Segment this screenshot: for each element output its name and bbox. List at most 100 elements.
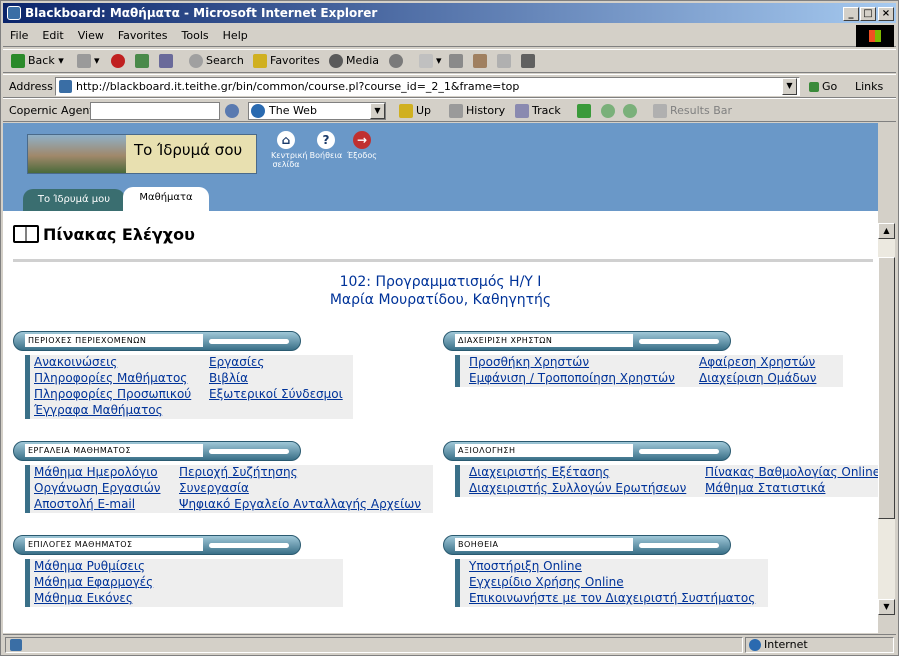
home-icon (159, 54, 173, 68)
menu-view[interactable]: View (71, 25, 111, 42)
link-task-organizer[interactable]: Οργάνωση Εργασιών (34, 481, 160, 495)
link-digital-dropbox[interactable]: Ψηφιακό Εργαλείο Ανταλλαγής Αρχείων (179, 497, 421, 511)
exit-icon: → (353, 131, 371, 149)
page-status-icon (10, 639, 22, 651)
address-dropdown[interactable]: ▼ (782, 78, 797, 95)
tab-my-institution[interactable]: Το Ίδρυμά μου (23, 189, 125, 211)
link-announcements[interactable]: Ανακοινώσεις (34, 355, 117, 369)
history-toolbar-button[interactable] (389, 50, 406, 72)
print-button[interactable] (449, 50, 466, 72)
browser-window: Blackboard: Μαθήματα - Microsoft Interne… (0, 0, 899, 656)
link-add-users[interactable]: Προσθήκη Χρηστών (469, 355, 589, 369)
mail-button[interactable]: ▾ (419, 50, 442, 72)
history-icon (389, 54, 403, 68)
back-button[interactable]: Back ▾ (11, 50, 64, 72)
link-test-manager[interactable]: Διαχειριστής Εξέτασης (469, 465, 610, 479)
track-button[interactable]: Track (515, 100, 561, 122)
scroll-thumb[interactable] (878, 257, 895, 519)
messenger-icon (521, 54, 535, 68)
campus-photo (28, 135, 126, 173)
search-button[interactable]: Search (189, 50, 244, 72)
stop-button[interactable] (111, 50, 128, 72)
next-button[interactable] (623, 100, 640, 122)
link-course-info[interactable]: Πληροφορίες Μαθήματος (34, 371, 187, 385)
page-icon (59, 80, 72, 93)
section-title: ΠΕΡΙΟΧΕΣ ΠΕΡΙΕΧΟΜΕΝΩΝ (25, 334, 203, 347)
go-button[interactable]: Go (809, 76, 837, 98)
link-books[interactable]: Βιβλία (209, 371, 248, 385)
link-course-statistics[interactable]: Μάθημα Στατιστικά (705, 481, 825, 495)
link-gradebook[interactable]: Πίνακας Βαθμολογίας Online (705, 465, 878, 479)
scroll-down-button[interactable]: ▼ (878, 599, 895, 615)
link-manage-groups[interactable]: Διαχείριση Ομάδων (699, 371, 816, 385)
window-title: Blackboard: Μαθήματα - Microsoft Interne… (25, 6, 378, 20)
forward-button[interactable]: ▾ (77, 50, 100, 72)
copernic-search-input[interactable] (90, 102, 220, 120)
menu-tools[interactable]: Tools (175, 25, 216, 42)
link-user-manual[interactable]: Εγχειρίδιο Χρήσης Online (469, 575, 624, 589)
security-zone: Internet (745, 637, 894, 653)
home-button[interactable] (159, 50, 176, 72)
link-online-support[interactable]: Υποστήριξη Online (469, 559, 582, 573)
section-assessment: ΑΞΙΟΛΟΓΗΣΗ Διαχειριστής Εξέτασης Πίνακας… (443, 441, 878, 497)
help-link[interactable]: ? Βοήθεια (309, 131, 343, 160)
link-course-applications[interactable]: Μάθημα Εφαρμογές (34, 575, 153, 589)
help-question-icon: ? (317, 131, 335, 149)
section-title: ΕΡΓΑΛΕΙΑ ΜΑΘΗΜΑΤΟΣ (25, 444, 203, 457)
course-title: 102: Προγραμματισμός Η/Υ Ι (339, 274, 542, 290)
course-instructor: Μαρία Μουρατίδου, Καθηγητής (329, 292, 552, 308)
windows-logo-icon (856, 25, 894, 47)
ie-icon (7, 6, 21, 20)
refresh-button[interactable] (135, 50, 152, 72)
stop-icon (111, 54, 125, 68)
media-button[interactable]: Media (329, 50, 379, 72)
discuss-button[interactable] (497, 50, 514, 72)
exit-link[interactable]: → Έξοδος (347, 131, 377, 160)
results-bar-button[interactable]: Results Bar (653, 100, 732, 122)
control-panel: Πίνακας Ελέγχου 102: Προγραμματισμός Η/Υ… (3, 211, 878, 633)
close-button[interactable]: × (878, 7, 894, 21)
link-remove-users[interactable]: Αφαίρεση Χρηστών (699, 355, 815, 369)
tab-courses[interactable]: Μαθήματα (123, 187, 209, 211)
address-bar: Address http://blackboard.it.teithe.gr/b… (3, 74, 896, 98)
mail-icon (419, 54, 433, 68)
maximize-button[interactable]: □ (860, 7, 876, 21)
edit-button[interactable] (473, 50, 490, 72)
standard-toolbar: Back ▾ ▾ Search Favorites Media ▾ (3, 49, 896, 73)
minimize-button[interactable]: _ (843, 7, 859, 21)
history-button[interactable]: History (449, 100, 505, 122)
link-pool-manager[interactable]: Διαχειριστής Συλλογών Ερωτήσεων (469, 481, 686, 495)
scroll-up-button[interactable]: ▲ (878, 223, 895, 239)
address-input[interactable]: http://blackboard.it.teithe.gr/bin/commo… (55, 77, 800, 96)
menu-file[interactable]: File (3, 25, 35, 42)
link-modify-users[interactable]: Εμφάνιση / Τροποποίηση Χρηστών (469, 371, 675, 385)
link-staff-info[interactable]: Πληροφορίες Προσωπικού (34, 387, 191, 401)
links-button[interactable]: Links (855, 76, 883, 98)
link-external-links[interactable]: Εξωτερικοί Σύνδεσμοι (209, 387, 343, 401)
status-bar: Internet (3, 634, 896, 654)
tab-bar: Το Ίδρυμά μου Μαθήματα (3, 185, 878, 211)
next-icon (623, 104, 637, 118)
messenger-button[interactable] (521, 50, 538, 72)
forward-arrow-icon (77, 54, 91, 68)
link-discussion-board[interactable]: Περιοχή Συζήτησης (179, 465, 298, 479)
link-send-email[interactable]: Αποστολή E-mail (34, 497, 135, 511)
vertical-scrollbar[interactable]: ▲ ▼ (878, 223, 895, 615)
menu-edit[interactable]: Edit (35, 25, 70, 42)
up-button[interactable]: Up (399, 100, 431, 122)
highlight-button[interactable] (577, 100, 594, 122)
link-collaboration[interactable]: Συνεργασία (179, 481, 249, 495)
magnifier-icon[interactable] (225, 104, 239, 118)
previous-button[interactable] (601, 100, 618, 122)
link-course-settings[interactable]: Μάθημα Ρυθμίσεις (34, 559, 145, 573)
link-course-calendar[interactable]: Μάθημα Ημερολόγιο (34, 465, 158, 479)
menu-favorites[interactable]: Favorites (111, 25, 175, 42)
link-course-documents[interactable]: Έγγραφα Μαθήματος (34, 403, 163, 417)
favorites-button[interactable]: Favorites (253, 50, 320, 72)
link-contact-admin[interactable]: Επικοινωνήστε με τον Διαχειριστή Συστήμα… (469, 591, 755, 605)
home-link[interactable]: ⌂ Κεντρική σελίδα (271, 131, 307, 169)
search-engine-select[interactable]: The Web ▼ (248, 102, 386, 120)
link-course-images[interactable]: Μάθημα Εικόνες (34, 591, 133, 605)
menu-help[interactable]: Help (216, 25, 255, 42)
link-assignments[interactable]: Εργασίες (209, 355, 264, 369)
